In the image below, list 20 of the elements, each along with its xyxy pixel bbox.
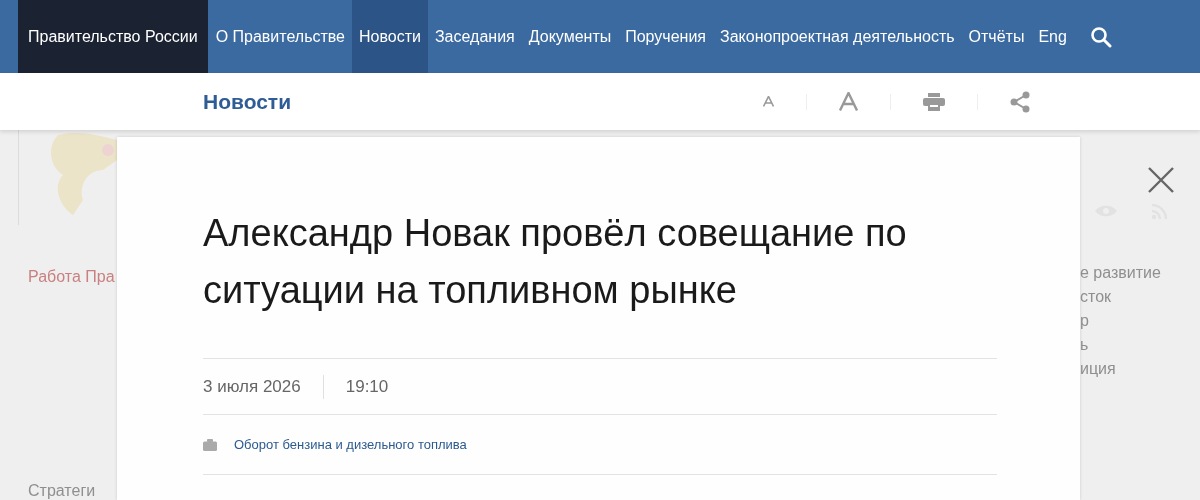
nav-link[interactable]: Новости [352,0,428,73]
print-icon[interactable] [923,92,945,111]
nav-link[interactable]: Заседания [427,0,522,73]
briefcase-icon [203,438,217,451]
share-icon[interactable] [1010,90,1030,113]
nav-link[interactable]: Правительство России [18,0,208,73]
nav-link[interactable]: Отчёты [961,0,1032,73]
nav-link[interactable]: Документы [521,0,619,73]
article-title: Александр Новак провёл совещание по ситуации на топливном рынке [203,211,908,313]
search-icon [1089,25,1112,48]
tag-link[interactable]: Оборот бензина и дизельного топлива [234,437,467,452]
nav-link[interactable]: О Правительстве [208,0,352,73]
section-title: Новости [203,89,293,114]
article-date: 3 июля 2026 [203,376,301,397]
nav-link[interactable]: Eng [1031,0,1074,73]
article-time: 19:10 [345,376,389,397]
font-larger-icon[interactable] [839,92,858,111]
nav-link[interactable]: Законопроектная деятельность [713,0,962,73]
font-smaller-icon[interactable] [763,96,774,107]
nav-link[interactable]: Поручения [618,0,713,73]
